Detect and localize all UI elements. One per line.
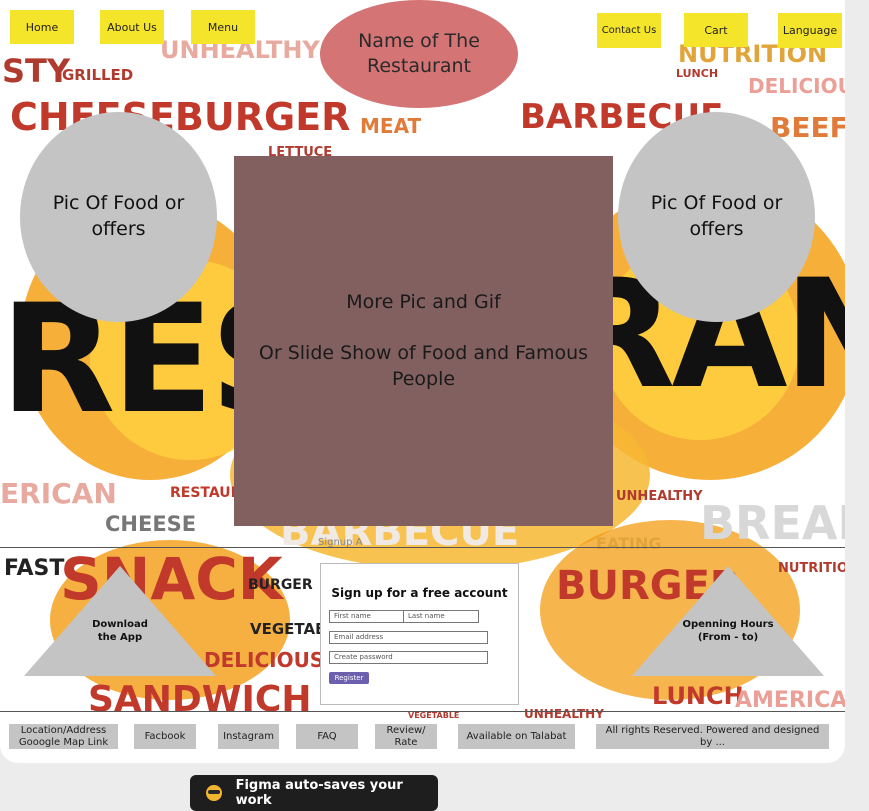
nav-home-button[interactable]: Home (10, 10, 74, 44)
restaurant-name-logo[interactable]: Name of The Restaurant (320, 0, 518, 108)
divider-line (0, 711, 845, 712)
bg-word: GRILLED (62, 66, 134, 84)
bg-word: DELICIOUS (748, 74, 845, 98)
bg-word: VEGETABLE (408, 711, 460, 720)
footer-faq-link[interactable]: FAQ (296, 724, 358, 749)
footer-facebook-link[interactable]: Facbook (134, 724, 196, 749)
bg-word: SANDWICH (88, 679, 312, 720)
bg-word: CHEESE (105, 512, 197, 536)
opening-hours-label: Openning Hours (From - to) (682, 619, 774, 643)
slideshow-placeholder[interactable]: More Pic and Gif Or Slide Show of Food a… (234, 156, 613, 526)
signup-frame-label: Signup A (318, 537, 363, 548)
nav-menu-button[interactable]: Menu (191, 10, 255, 44)
slideshow-caption: Or Slide Show of Food and Famous People (258, 342, 589, 390)
register-button[interactable]: Register (329, 672, 369, 684)
toast-message: Figma auto-saves your work (235, 778, 403, 808)
bg-word: DELICIOUS (204, 648, 325, 672)
bg-word: ERICAN (0, 477, 117, 510)
bg-word: BURGER (248, 577, 313, 593)
first-name-field[interactable]: First name (329, 610, 404, 623)
footer-location-link[interactable]: Location/Address Gooogle Map Link (9, 724, 118, 749)
divider-line (0, 547, 845, 548)
bg-word: STY (2, 52, 71, 90)
promo-image-left[interactable]: Pic Of Food or offers (20, 112, 217, 322)
bg-word: LUNCH (676, 67, 719, 80)
nav-about-button[interactable]: About Us (100, 10, 164, 44)
nav-language-button[interactable]: Language (778, 13, 842, 48)
footer-review-link[interactable]: Review/ Rate (375, 724, 437, 749)
last-name-field[interactable]: Last name (403, 610, 479, 623)
promo-image-right[interactable]: Pic Of Food or offers (618, 112, 815, 322)
bg-word: BREAD (700, 496, 845, 550)
email-field[interactable]: Email address (329, 631, 488, 644)
bg-word: UNHEALTHY (616, 489, 703, 504)
bg-word: EATING (596, 534, 662, 553)
sunglasses-emoji-icon (206, 785, 222, 801)
signup-title: Sign up for a free account (331, 586, 508, 600)
nav-contact-button[interactable]: Contact Us (597, 13, 661, 48)
bg-word: LUNCH (652, 682, 744, 710)
nav-cart-button[interactable]: Cart (684, 13, 748, 47)
bg-word: MEAT (360, 114, 422, 138)
password-field[interactable]: Create password (329, 651, 488, 664)
footer-talabat-link[interactable]: Available on Talabat (458, 724, 575, 749)
download-app-label: Download the App (92, 619, 148, 643)
footer-copyright: All rights Reserved. Powered and designe… (596, 724, 829, 749)
autosave-toast: Figma auto-saves your work (190, 775, 438, 811)
bg-word: UNHEALTHY (524, 707, 604, 721)
signup-form: Sign up for a free account First name La… (320, 563, 519, 705)
footer-instagram-link[interactable]: Instagram (218, 724, 279, 749)
bg-word: AMERICAN (735, 688, 845, 713)
slideshow-caption: More Pic and Gif (346, 290, 501, 313)
restaurant-page-mockup: STY GRILLED UNHEALTHY NUTRITION DELICIOU… (0, 0, 845, 763)
